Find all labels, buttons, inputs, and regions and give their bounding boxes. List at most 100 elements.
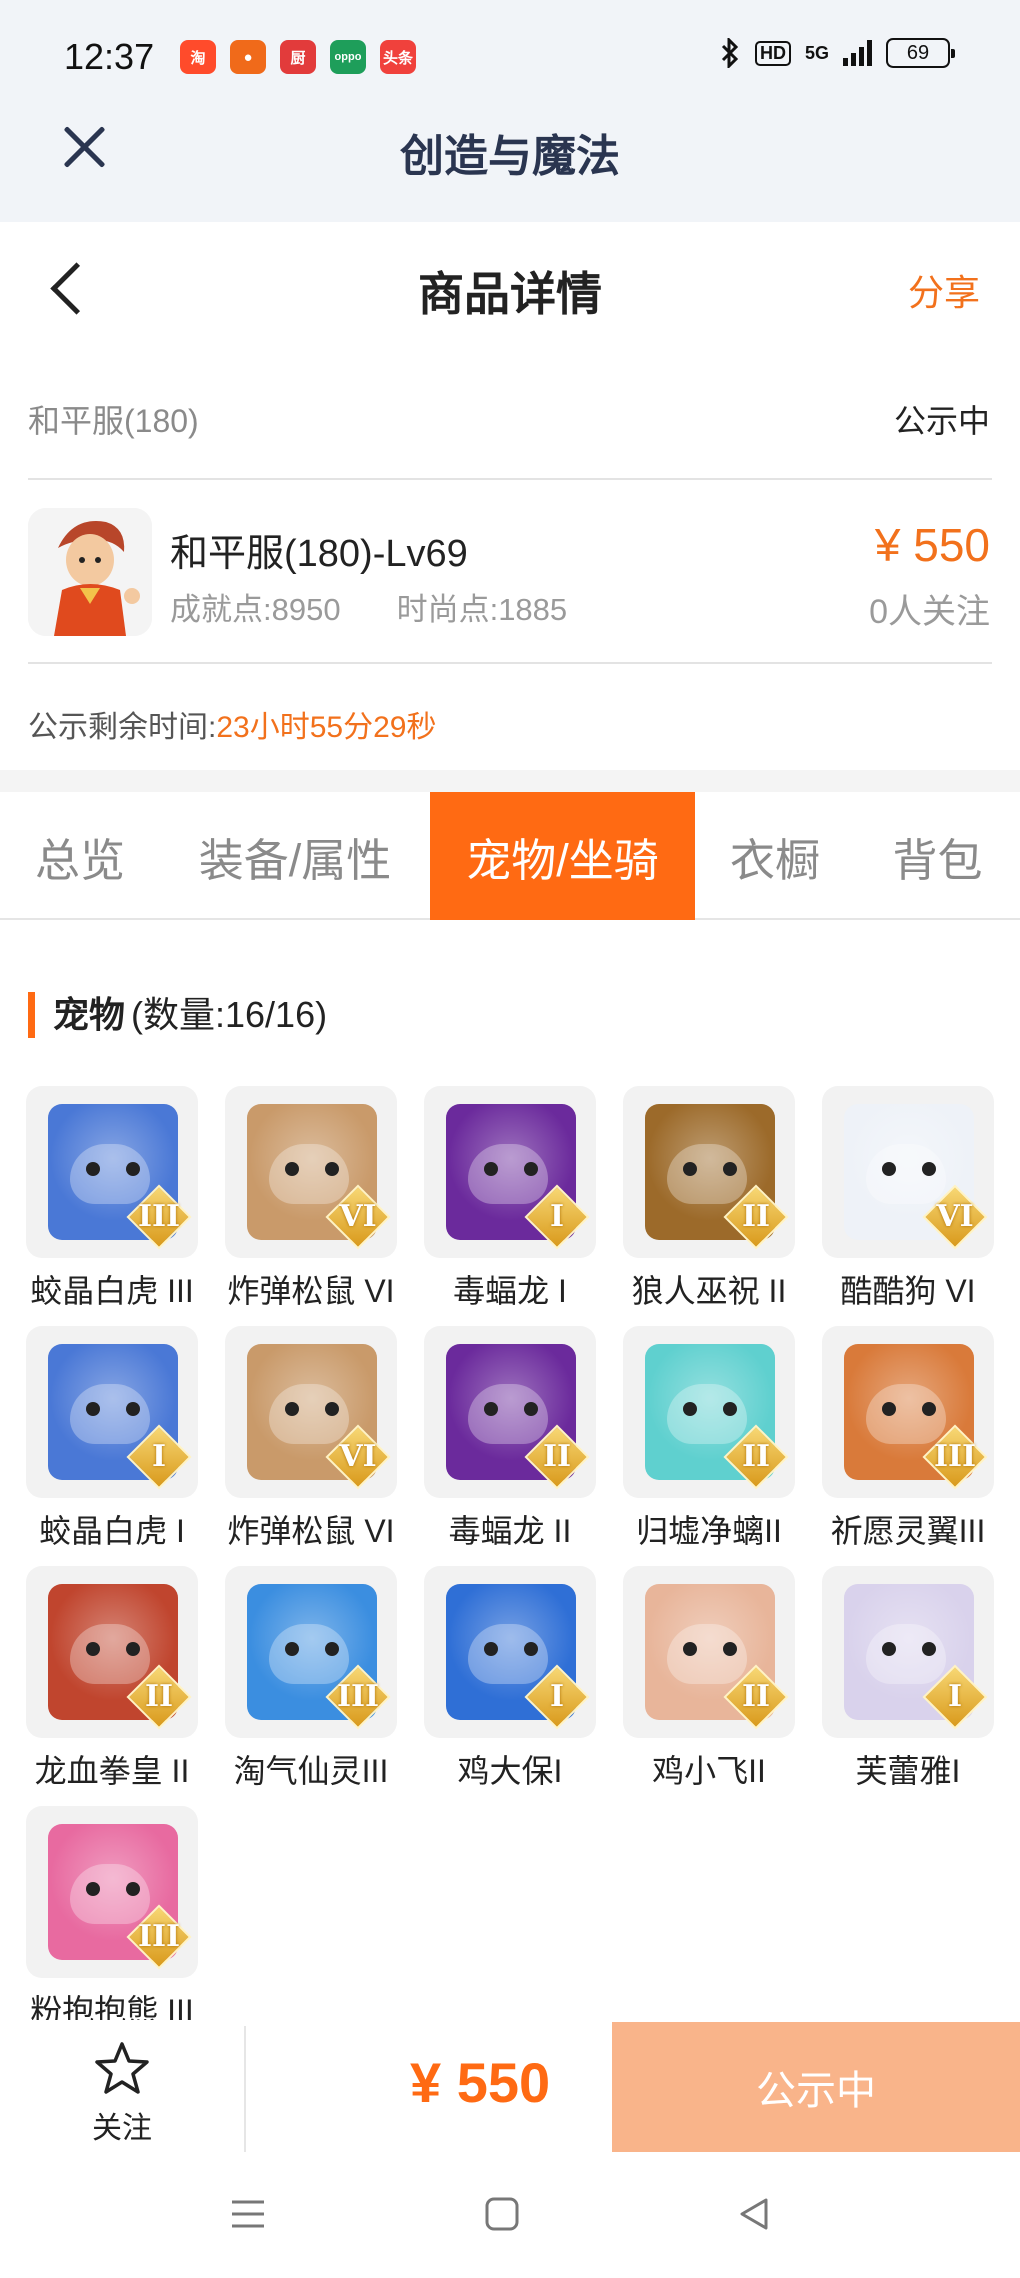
- section-gap: [0, 770, 1020, 792]
- rank-label: I: [947, 1679, 963, 1714]
- rank-label: III: [137, 1919, 181, 1954]
- listing-price: ¥ 550: [874, 519, 990, 571]
- divider: [244, 2026, 246, 2152]
- status-bar: 12:37 淘 ● 厨 oppo 头条 HD 5G 69: [0, 30, 1020, 90]
- home-icon[interactable]: [482, 2194, 522, 2234]
- tab-4[interactable]: 衣橱: [695, 792, 855, 920]
- rank-label: II: [741, 1679, 771, 1714]
- pet-name: 炸弹松鼠 VI: [227, 1513, 395, 1549]
- griffin-icon: III: [822, 1326, 994, 1498]
- pet-card[interactable]: I 蛟晶白虎 I: [26, 1326, 198, 1552]
- bluetooth-icon: [721, 38, 739, 68]
- rank-label: I: [151, 1439, 167, 1474]
- page-title: 商品详情: [418, 268, 602, 320]
- share-button[interactable]: 分享: [908, 264, 980, 316]
- countdown-value: 23小时55分29秒: [216, 711, 437, 744]
- pet-name: 芙蕾雅I: [855, 1753, 961, 1789]
- pet-card[interactable]: VI 炸弹松鼠 VI: [225, 1326, 397, 1552]
- follow-label: 关注: [92, 2112, 152, 2145]
- rank-label: II: [542, 1439, 572, 1474]
- tab-1[interactable]: 总览: [0, 792, 160, 920]
- pet-card[interactable]: I 毒蝠龙 I: [424, 1086, 596, 1312]
- pet-card[interactable]: II 鸡小飞II: [623, 1566, 795, 1792]
- follow-button[interactable]: 关注: [80, 2040, 164, 2147]
- divider: [28, 478, 992, 480]
- rank-label: I: [549, 1679, 565, 1714]
- pet-card[interactable]: II 归墟净螭II: [623, 1326, 795, 1552]
- pet-card[interactable]: III 淘气仙灵III: [225, 1566, 397, 1792]
- hd-badge: HD: [754, 40, 791, 66]
- pet-card[interactable]: II 狼人巫祝 II: [623, 1086, 795, 1312]
- pet-name: 鸡小飞II: [652, 1753, 766, 1789]
- webview-title: 创造与魔法: [400, 132, 620, 181]
- pet-name: 酷酷狗 VI: [840, 1273, 976, 1309]
- tab-bar: 总览 装备/属性 宠物/坐骑 衣橱 背包: [0, 792, 1020, 920]
- battery-level: 69: [906, 41, 930, 64]
- action-bar: 关注 ¥ 550 公示中: [0, 2020, 1020, 2156]
- rank-label: VI: [339, 1199, 377, 1234]
- tab-3[interactable]: 宠物/坐骑: [430, 792, 695, 920]
- pet-name: 归墟净螭II: [636, 1513, 782, 1549]
- pet-name: 毒蝠龙 I: [453, 1273, 567, 1309]
- pets-title: 宠物: [53, 994, 126, 1035]
- pet-card[interactable]: II 龙血拳皇 II: [26, 1566, 198, 1792]
- rank-label: II: [741, 1439, 771, 1474]
- rank-label: II: [741, 1199, 771, 1234]
- pet-card[interactable]: I 芙蕾雅I: [822, 1566, 994, 1792]
- toutiao-icon: 头条: [380, 40, 416, 74]
- water-dragon-icon: II: [623, 1326, 795, 1498]
- rank-label: VI: [339, 1439, 377, 1474]
- rank-label: III: [933, 1439, 977, 1474]
- oppo-store-icon: oppo: [330, 40, 366, 74]
- pet-name: 鸡大保I: [457, 1753, 563, 1789]
- squirrel-icon: VI: [225, 1086, 397, 1258]
- fashion-points: 时尚点:1885: [396, 592, 568, 627]
- valkyrie-icon: I: [822, 1566, 994, 1738]
- pets-count: (数量:16/16): [131, 994, 328, 1035]
- rank-label: II: [144, 1679, 174, 1714]
- pet-name: 狼人巫祝 II: [631, 1273, 787, 1309]
- publicity-status-button[interactable]: 公示中: [612, 2022, 1020, 2152]
- pet-name: 淘气仙灵III: [233, 1753, 389, 1789]
- tab-2[interactable]: 装备/属性: [160, 792, 430, 920]
- top-bar: 12:37 淘 ● 厨 oppo 头条 HD 5G 69 创造与魔法: [0, 0, 1020, 222]
- werewolf-icon: II: [623, 1086, 795, 1258]
- bottom-price: ¥ 550: [410, 2051, 551, 2114]
- rank-label: VI: [936, 1199, 974, 1234]
- pet-card[interactable]: III 祈愿灵翼III: [822, 1326, 994, 1552]
- pet-name: 炸弹松鼠 VI: [227, 1273, 395, 1309]
- blue-pup-icon: III: [225, 1566, 397, 1738]
- xiachufang-icon: 厨: [280, 40, 316, 74]
- pet-card[interactable]: I 鸡大保I: [424, 1566, 596, 1792]
- network-type: 5G: [804, 42, 829, 63]
- notification-icons: 淘 ● 厨 oppo 头条: [180, 40, 416, 74]
- cool-dog-icon: VI: [822, 1086, 994, 1258]
- listing-status: 公示中: [893, 403, 990, 439]
- status-time: 12:37: [64, 36, 155, 77]
- chick-icon: II: [623, 1566, 795, 1738]
- pet-card[interactable]: VI 炸弹松鼠 VI: [225, 1086, 397, 1312]
- tab-5[interactable]: 背包: [855, 792, 1020, 920]
- ram-fighter-icon: II: [26, 1566, 198, 1738]
- rank-label: I: [549, 1199, 565, 1234]
- pet-name: 龙血拳皇 II: [34, 1753, 190, 1789]
- countdown: 公示剩余时间:23小时55分29秒: [28, 702, 436, 746]
- battery-icon: 69: [886, 38, 955, 68]
- app-orange-icon: ●: [230, 40, 266, 74]
- pet-name: 蛟晶白虎 III: [30, 1273, 194, 1309]
- white-tiger-icon: I: [26, 1326, 198, 1498]
- follower-count: 0人关注: [869, 593, 990, 631]
- back-nav-icon[interactable]: [734, 2194, 774, 2234]
- pet-card[interactable]: III 粉抱抱熊 III: [26, 1806, 198, 2032]
- taobao-icon: 淘: [180, 40, 216, 74]
- pets-section-title: 宠物 (数量:16/16): [28, 992, 327, 1038]
- pet-card[interactable]: III 蛟晶白虎 III: [26, 1086, 198, 1312]
- pet-card[interactable]: VI 酷酷狗 VI: [822, 1086, 994, 1312]
- menu-icon[interactable]: [228, 2194, 268, 2234]
- character-avatar: [28, 508, 152, 636]
- bat-dragon-icon: I: [424, 1086, 596, 1258]
- divider: [28, 662, 992, 664]
- system-nav-bar: [0, 2156, 1020, 2278]
- pet-name: 蛟晶白虎 I: [39, 1513, 185, 1549]
- pet-card[interactable]: II 毒蝠龙 II: [424, 1326, 596, 1552]
